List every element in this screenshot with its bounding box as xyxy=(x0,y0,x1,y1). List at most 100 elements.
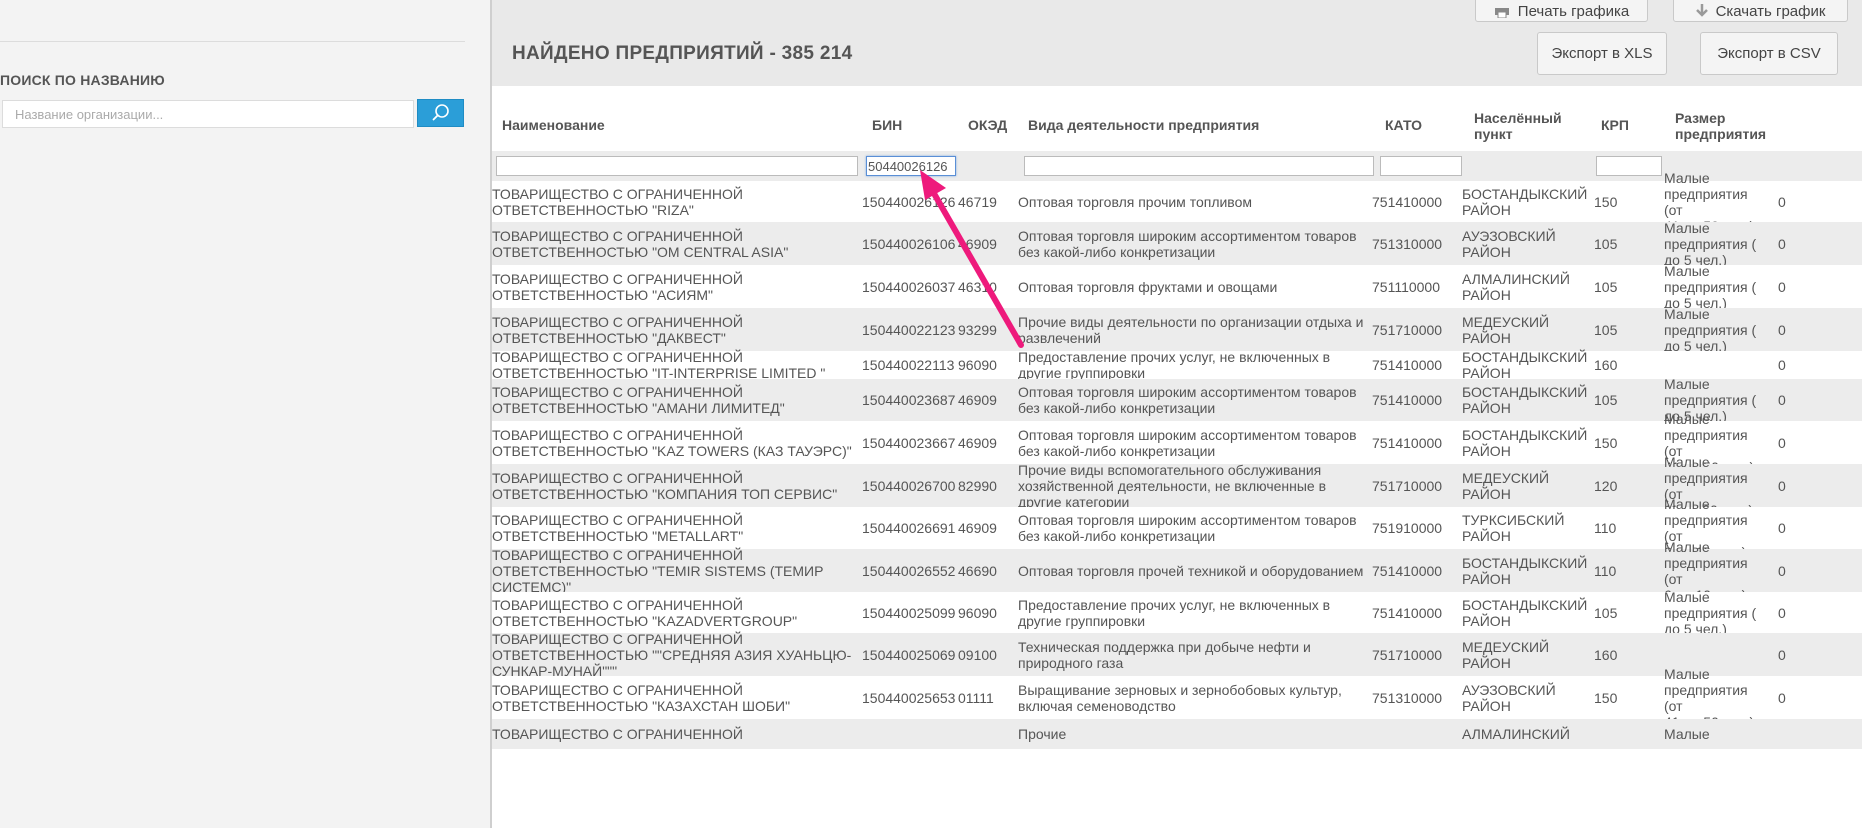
cell-last: 0 xyxy=(1778,357,1786,373)
cell-kato: 751710000 xyxy=(1372,477,1443,494)
table-row[interactable]: ТОВАРИЩЕСТВО С ОГРАНИЧЕННОЙ ОТВЕТСТВЕННОС… xyxy=(492,589,1862,637)
cell-activity: Оптовая торговля широким ассортиментом т… xyxy=(1018,222,1366,265)
table-row[interactable]: ТОВАРИЩЕСТВО С ОГРАНИЧЕННОЙ ОТВЕТСТВЕННОС… xyxy=(492,376,1862,424)
cell-size xyxy=(1664,351,1764,379)
cell-size-line: предприятия ( xyxy=(1664,321,1757,338)
cell-name-line: ОТВЕТСТВЕННОСТЬЮ ""СРЕДНЯЯ АЗИЯ ХУАНЬЦЮ- xyxy=(492,646,852,663)
export-xls-button[interactable]: Экспорт в XLS xyxy=(1537,32,1667,75)
col-size-header[interactable]: Размер предприятия xyxy=(1675,110,1766,142)
cell-name: ТОВАРИЩЕСТВО С ОГРАНИЧЕННОЙ ОТВЕТСТВЕННОС… xyxy=(492,592,862,633)
cell-last: 0 xyxy=(1778,235,1786,252)
cell-oked: 46690 xyxy=(958,562,997,579)
cell-size-line: предприятия (от xyxy=(1664,185,1748,218)
cell-name: ТОВАРИЩЕСТВО С ОГРАНИЧЕННОЙ ОТВЕТСТВЕННОС… xyxy=(492,631,862,679)
cell-name-line: ТОВАРИЩЕСТВО С ОГРАНИЧЕННОЙ xyxy=(492,546,743,563)
search-input[interactable] xyxy=(2,100,414,128)
filter-kato-input[interactable] xyxy=(1380,156,1462,176)
cell-bin: 150440026126 xyxy=(862,193,956,210)
cell-bin: 150440026037 xyxy=(862,278,956,295)
col-name-header[interactable]: Наименование xyxy=(502,117,605,133)
cell-kato: 751410000 xyxy=(1372,604,1443,621)
cell-name-line: ОТВЕТСТВЕННОСТЬЮ "OM CENTRAL ASIA" xyxy=(492,243,789,260)
cell-krp: 105 xyxy=(1594,604,1618,621)
cell-activity: Оптовая торговля фруктами и овощами xyxy=(1018,265,1366,308)
cell-krp: 160 xyxy=(1594,646,1618,663)
table-row[interactable]: ТОВАРИЩЕСТВО С ОГРАНИЧЕННОЙ ОТВЕТСТВЕННОС… xyxy=(492,454,1862,518)
cell-name-line: ОТВЕТСТВЕННОСТЬЮ "КОМПАНИЯ ТОП СЕРВИС" xyxy=(492,485,838,502)
cell-kato: 751410000 xyxy=(1372,392,1443,408)
cell-krp: 150 xyxy=(1594,193,1618,210)
download-chart-button[interactable]: Скачать график xyxy=(1673,0,1848,22)
cell-name: ТОВАРИЩЕСТВО С ОГРАНИЧЕННОЙ ОТВЕТСТВЕННОС… xyxy=(492,222,862,265)
table-row[interactable]: ТОВАРИЩЕСТВО С ОГРАНИЧЕННОЙ ОТВЕТСТВЕННОС… xyxy=(492,666,1862,730)
table-header: Наименование БИН ОКЭД Вида деятельности … xyxy=(492,86,1862,151)
cell-kato: 751910000 xyxy=(1372,520,1443,536)
cell-activity-line: без какой-либо конкретизации xyxy=(1018,528,1216,544)
cell-size: Малыепредприятия (от6 до 10 чел.) xyxy=(1664,539,1764,603)
table-row[interactable]: ТОВАРИЩЕСТВО С ОГРАНИЧЕННОЙ ОТВЕТСТВЕННОС… xyxy=(492,220,1862,268)
cell-kato: 751410000 xyxy=(1372,562,1443,579)
cell-size-line: предприятия ( xyxy=(1664,235,1757,252)
cell-activity-line: хозяйственной деятельности, не включенны… xyxy=(1018,477,1327,494)
cell-size-line: предприятия ( xyxy=(1664,604,1757,621)
download-icon xyxy=(1695,4,1708,17)
col-activity-header[interactable]: Вида деятельности предприятия xyxy=(1028,117,1259,133)
cell-size-line: Малые xyxy=(1664,169,1710,186)
cell-town-line: БОСТАНДЫКСКИЙ xyxy=(1462,554,1588,571)
cell-oked: 82990 xyxy=(958,477,997,494)
cell-bin xyxy=(862,719,958,749)
cell-town-line: РАЙОН xyxy=(1462,201,1511,218)
table-row[interactable]: ТОВАРИЩЕСТВО С ОГРАНИЧЕННОЙ ОТВЕТСТВЕННОС… xyxy=(492,631,1862,679)
cell-activity: Предоставление прочих услуг, не включенн… xyxy=(1018,592,1366,633)
cell-size-line: предприятия ( xyxy=(1664,392,1757,408)
col-krp-header[interactable]: КРП xyxy=(1601,117,1629,133)
cell-activity-line: Оптовая торговля прочим топливом xyxy=(1018,193,1252,210)
cell-town-line: БОСТАНДЫКСКИЙ xyxy=(1462,426,1588,443)
cell-kato: 751110000 xyxy=(1372,278,1440,295)
cell-size-line: предприятия ( xyxy=(1664,278,1757,295)
cell-size-line: Малые xyxy=(1664,376,1710,392)
col-oked-header[interactable]: ОКЭД xyxy=(968,117,1007,133)
table-row[interactable]: ТОВАРИЩЕСТВО С ОГРАНИЧЕННОЙ ОТВЕТСТВЕННОС… xyxy=(492,349,1862,381)
col-size-header-line1: Размер xyxy=(1675,110,1726,126)
cell-last: 0 xyxy=(1778,392,1786,408)
print-chart-button[interactable]: Печать графика xyxy=(1475,0,1648,22)
table-row[interactable]: ТОВАРИЩЕСТВО С ОГРАНИЧЕННОЙ ОТВЕТСТВЕННОС… xyxy=(492,170,1862,234)
table-row[interactable]: ТОВАРИЩЕСТВО С ОГРАНИЧЕННОЙ ОТВЕТСТВЕННОС… xyxy=(492,539,1862,603)
cell-town-line: РАЙОН xyxy=(1462,485,1511,502)
cell-last: 0 xyxy=(1778,321,1786,338)
cell-bin: 150440025653 xyxy=(862,689,956,706)
filter-bin-input[interactable] xyxy=(866,156,956,176)
export-csv-button[interactable]: Экспорт в CSV xyxy=(1700,32,1838,75)
col-kato-header[interactable]: КАТО xyxy=(1385,117,1422,133)
cell-name-line: ОТВЕТСТВЕННОСТЬЮ "АМАНИ ЛИМИТЕД" xyxy=(492,400,785,416)
cell-activity-line: Оптовая торговля широким ассортиментом т… xyxy=(1018,227,1357,244)
cell-bin: 150440026700 xyxy=(862,477,956,494)
cell-krp: 150 xyxy=(1594,434,1618,451)
table-row[interactable]: ТОВАРИЩЕСТВО С ОГРАНИЧЕННОЙ ОТВЕТСТВЕННОС… xyxy=(492,306,1862,354)
cell-name-line: ТОВАРИЩЕСТВО С ОГРАНИЧЕННОЙ xyxy=(492,596,743,613)
filter-name-input[interactable] xyxy=(496,156,858,176)
cell-name-line: ТОВАРИЩЕСТВО С ОГРАНИЧЕННОЙ xyxy=(492,227,743,244)
filter-activity-input[interactable] xyxy=(1024,156,1374,176)
cell-krp: 105 xyxy=(1594,321,1618,338)
sidebar: ПОИСК ПО НАЗВАНИЮ xyxy=(0,0,490,828)
print-chart-label: Печать графика xyxy=(1517,2,1630,20)
filter-krp-input[interactable] xyxy=(1596,156,1662,176)
search-title: ПОИСК ПО НАЗВАНИЮ xyxy=(0,72,165,88)
table-row[interactable]: ТОВАРИЩЕСТВО С ОГРАНИЧЕННОЙ Прочие АЛМАЛИН… xyxy=(492,719,1862,749)
cell-town: ТУРКСИБСКИЙ РАЙОН xyxy=(1462,507,1592,549)
cell-town: БОСТАНДЫКСКИЙ РАЙОН xyxy=(1462,421,1592,464)
table-row[interactable]: ТОВАРИЩЕСТВО С ОГРАНИЧЕННОЙ ОТВЕТСТВЕННОС… xyxy=(492,263,1862,311)
col-bin-header[interactable]: БИН xyxy=(872,117,902,133)
cell-activity: Оптовая торговля прочей техникой и обору… xyxy=(1018,549,1366,592)
cell-activity-line: без какой-либо конкретизации xyxy=(1018,442,1216,459)
col-town-header[interactable]: Населённый пункт xyxy=(1474,110,1562,142)
table-row[interactable]: ТОВАРИЩЕСТВО С ОГРАНИЧЕННОЙ ОТВЕТСТВЕННОС… xyxy=(492,496,1862,560)
cell-name-line: ОТВЕТСТВЕННОСТЬЮ "KAZ TOWERS (КАЗ ТАУЭРС… xyxy=(492,442,852,459)
cell-town-line: БОСТАНДЫКСКИЙ xyxy=(1462,349,1588,365)
cell-activity-line: Выращивание зерновых и зернобобовых куль… xyxy=(1018,681,1342,698)
cell-name-line: ТОВАРИЩЕСТВО С ОГРАНИЧЕННОЙ xyxy=(492,349,743,365)
search-button[interactable] xyxy=(417,99,464,127)
table-row[interactable]: ТОВАРИЩЕСТВО С ОГРАНИЧЕННОЙ ОТВЕТСТВЕННОС… xyxy=(492,411,1862,475)
